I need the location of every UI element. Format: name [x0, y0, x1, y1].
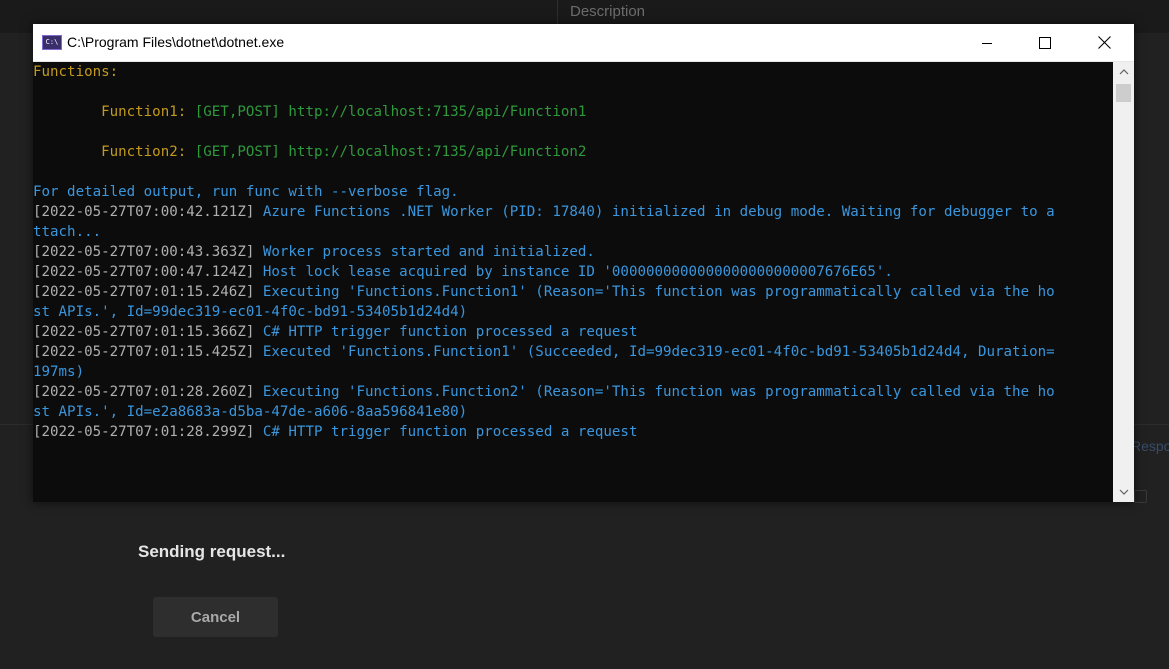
maximize-icon [1039, 36, 1051, 49]
console-window: C:\ C:\Program Files\dotnet\dotnet.exe F… [33, 24, 1134, 502]
console-text-segment: [2022-05-27T07:01:15.246Z] [33, 284, 263, 300]
console-line: 197ms) [33, 362, 1113, 382]
console-line: [2022-05-27T07:01:28.260Z] Executing 'Fu… [33, 382, 1113, 402]
console-text-segment: Executed 'Functions.Function1' (Succeede… [262, 344, 1055, 360]
console-line: [2022-05-27T07:01:28.299Z] C# HTTP trigg… [33, 422, 1113, 442]
console-text-segment: Azure Functions .NET Worker (PID: 17840)… [262, 204, 1055, 220]
console-text-segment: Function1: [33, 104, 195, 120]
cancel-button[interactable]: Cancel [153, 597, 278, 637]
console-text-segment: Host lock lease acquired by instance ID … [262, 264, 893, 280]
console-text-segment: Function2: [33, 144, 195, 160]
chevron-up-icon [1119, 69, 1128, 75]
vertical-scrollbar[interactable] [1113, 62, 1134, 502]
console-line: [2022-05-27T07:01:15.425Z] Executed 'Fun… [33, 342, 1113, 362]
scrollbar-thumb[interactable] [1116, 84, 1131, 102]
console-text-segment: [GET,POST] http://localhost:7135/api/Fun… [194, 144, 587, 160]
description-column-header: Description [570, 3, 646, 20]
console-text-segment: st APIs.', Id=99dec319-ec01-4f0c-bd91-53… [33, 304, 468, 320]
console-line: st APIs.', Id=e2a8683a-d5ba-47de-a606-8a… [33, 402, 1113, 422]
console-line: [2022-05-27T07:00:47.124Z] Host lock lea… [33, 262, 1113, 282]
console-text-segment: [2022-05-27T07:00:43.363Z] [33, 244, 263, 260]
minimize-button[interactable] [958, 24, 1016, 61]
console-text-segment: 197ms) [33, 364, 85, 380]
console-text-segment: [2022-05-27T07:00:47.124Z] [33, 264, 263, 280]
console-line: Function2: [GET,POST] http://localhost:7… [33, 142, 1113, 162]
window-titlebar[interactable]: C:\ C:\Program Files\dotnet\dotnet.exe [33, 24, 1134, 62]
window-title: C:\Program Files\dotnet\dotnet.exe [67, 34, 285, 50]
console-text-segment: Functions: [33, 64, 119, 80]
scroll-down-button[interactable] [1113, 482, 1134, 502]
console-line: [2022-05-27T07:01:15.366Z] C# HTTP trigg… [33, 322, 1113, 342]
maximize-button[interactable] [1016, 24, 1074, 61]
console-text-segment: ttach... [33, 224, 102, 240]
console-line: Functions: [33, 62, 1113, 82]
scroll-up-button[interactable] [1113, 62, 1134, 82]
console-line: Function1: [GET,POST] http://localhost:7… [33, 102, 1113, 122]
console-text-segment: [2022-05-27T07:01:15.366Z] [33, 324, 263, 340]
minimize-icon [982, 42, 992, 44]
console-text-segment: Executing 'Functions.Function2' (Reason=… [262, 384, 1055, 400]
console-text-segment: [2022-05-27T07:01:15.425Z] [33, 344, 263, 360]
console-text-segment: Executing 'Functions.Function1' (Reason=… [262, 284, 1055, 300]
console-text-segment: st APIs.', Id=e2a8683a-d5ba-47de-a606-8a… [33, 404, 468, 420]
console-output[interactable]: Functions: Function1: [GET,POST] http://… [33, 62, 1113, 502]
console-line: For detailed output, run func with --ver… [33, 182, 1113, 202]
console-text-segment: [2022-05-27T07:01:28.299Z] [33, 424, 263, 440]
console-line: st APIs.', Id=99dec319-ec01-4f0c-bd91-53… [33, 302, 1113, 322]
response-tab-fragment[interactable]: Respon [1131, 438, 1169, 454]
chevron-down-icon [1119, 489, 1128, 495]
console-text-segment: For detailed output, run func with --ver… [33, 184, 459, 200]
console-text-segment: C# HTTP trigger function processed a req… [262, 324, 638, 340]
console-line: [2022-05-27T07:01:15.246Z] Executing 'Fu… [33, 282, 1113, 302]
console-text-segment: [GET,POST] http://localhost:7135/api/Fun… [194, 104, 587, 120]
console-text-segment: [2022-05-27T07:00:42.121Z] [33, 204, 263, 220]
console-text-segment: Worker process started and initialized. [262, 244, 595, 260]
console-line: [2022-05-27T07:00:42.121Z] Azure Functio… [33, 202, 1113, 222]
column-divider [557, 0, 558, 24]
close-button[interactable] [1075, 24, 1133, 61]
console-text-segment: [2022-05-27T07:01:28.260Z] [33, 384, 263, 400]
close-icon [1097, 36, 1111, 49]
console-line: [2022-05-27T07:00:43.363Z] Worker proces… [33, 242, 1113, 262]
console-text-segment: C# HTTP trigger function processed a req… [262, 424, 638, 440]
console-app-icon: C:\ [42, 35, 62, 50]
copy-icon[interactable] [1134, 490, 1147, 503]
sending-request-status: Sending request... [138, 542, 286, 561]
console-line: ttach... [33, 222, 1113, 242]
